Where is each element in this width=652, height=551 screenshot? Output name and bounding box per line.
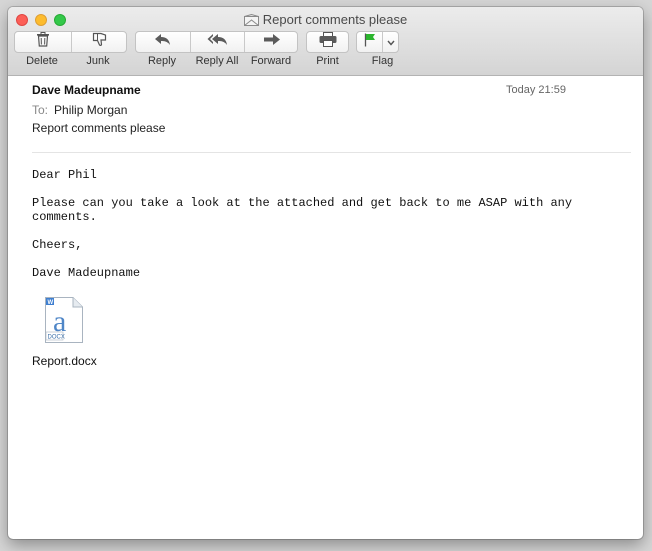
print-button-frame [306,31,349,53]
chevron-down-icon [387,33,395,51]
junk-label: Junk [86,55,110,67]
body-paragraph-line-1: Please can you take a look at the attach… [32,196,573,210]
body-signature: Dave Madeupname [32,266,141,280]
message-subject: Report comments please [32,121,166,135]
sender-name[interactable]: Dave Madeupname [32,83,141,97]
recipient-name[interactable]: Philip Morgan [54,103,127,117]
reply-button[interactable] [136,32,190,52]
docx-badge: DOCX [48,335,65,341]
delete-junk-group [14,31,127,53]
reply-group [135,31,298,53]
envelope-icon [243,13,259,29]
flag-button-frame [356,31,399,53]
recipient-row: To: Philip Morgan [32,103,127,117]
trash-icon [36,32,50,52]
docx-file-icon[interactable]: W a DOCX [44,296,84,349]
flag-button[interactable] [357,32,382,52]
print-label: Print [316,55,339,67]
reply-all-button[interactable] [190,32,245,52]
forward-button[interactable] [244,32,299,52]
body-greeting: Dear Phil [32,168,97,182]
reply-all-label: Reply All [195,55,239,67]
flag-menu-button[interactable] [382,32,399,52]
printer-icon [319,32,337,52]
delete-button[interactable] [15,32,71,52]
window-title: Report comments please [8,12,643,29]
reply-label: Reply [147,55,177,67]
flag-label: Flag [371,55,394,67]
green-flag-icon [364,33,376,52]
mail-window: Report comments please Delete Junk Reply… [8,7,643,539]
reply-all-arrow-icon [207,33,229,51]
title-bar: Report comments please Delete Junk Reply… [8,7,643,76]
body-signoff: Cheers, [32,238,83,252]
reply-arrow-icon [154,33,172,51]
delete-label: Delete [26,55,58,67]
print-button[interactable] [307,32,348,52]
header-divider [32,152,631,153]
junk-button[interactable] [71,32,128,52]
message-date: Today 21:59 [506,84,566,96]
to-label: To: [32,103,49,117]
window-title-text: Report comments please [262,12,408,27]
thumbs-down-icon [92,32,108,52]
forward-label: Forward [250,55,292,67]
forward-arrow-icon [263,33,281,51]
attachment-name[interactable]: Report.docx [32,354,97,368]
body-paragraph-line-2: comments. [32,210,97,224]
